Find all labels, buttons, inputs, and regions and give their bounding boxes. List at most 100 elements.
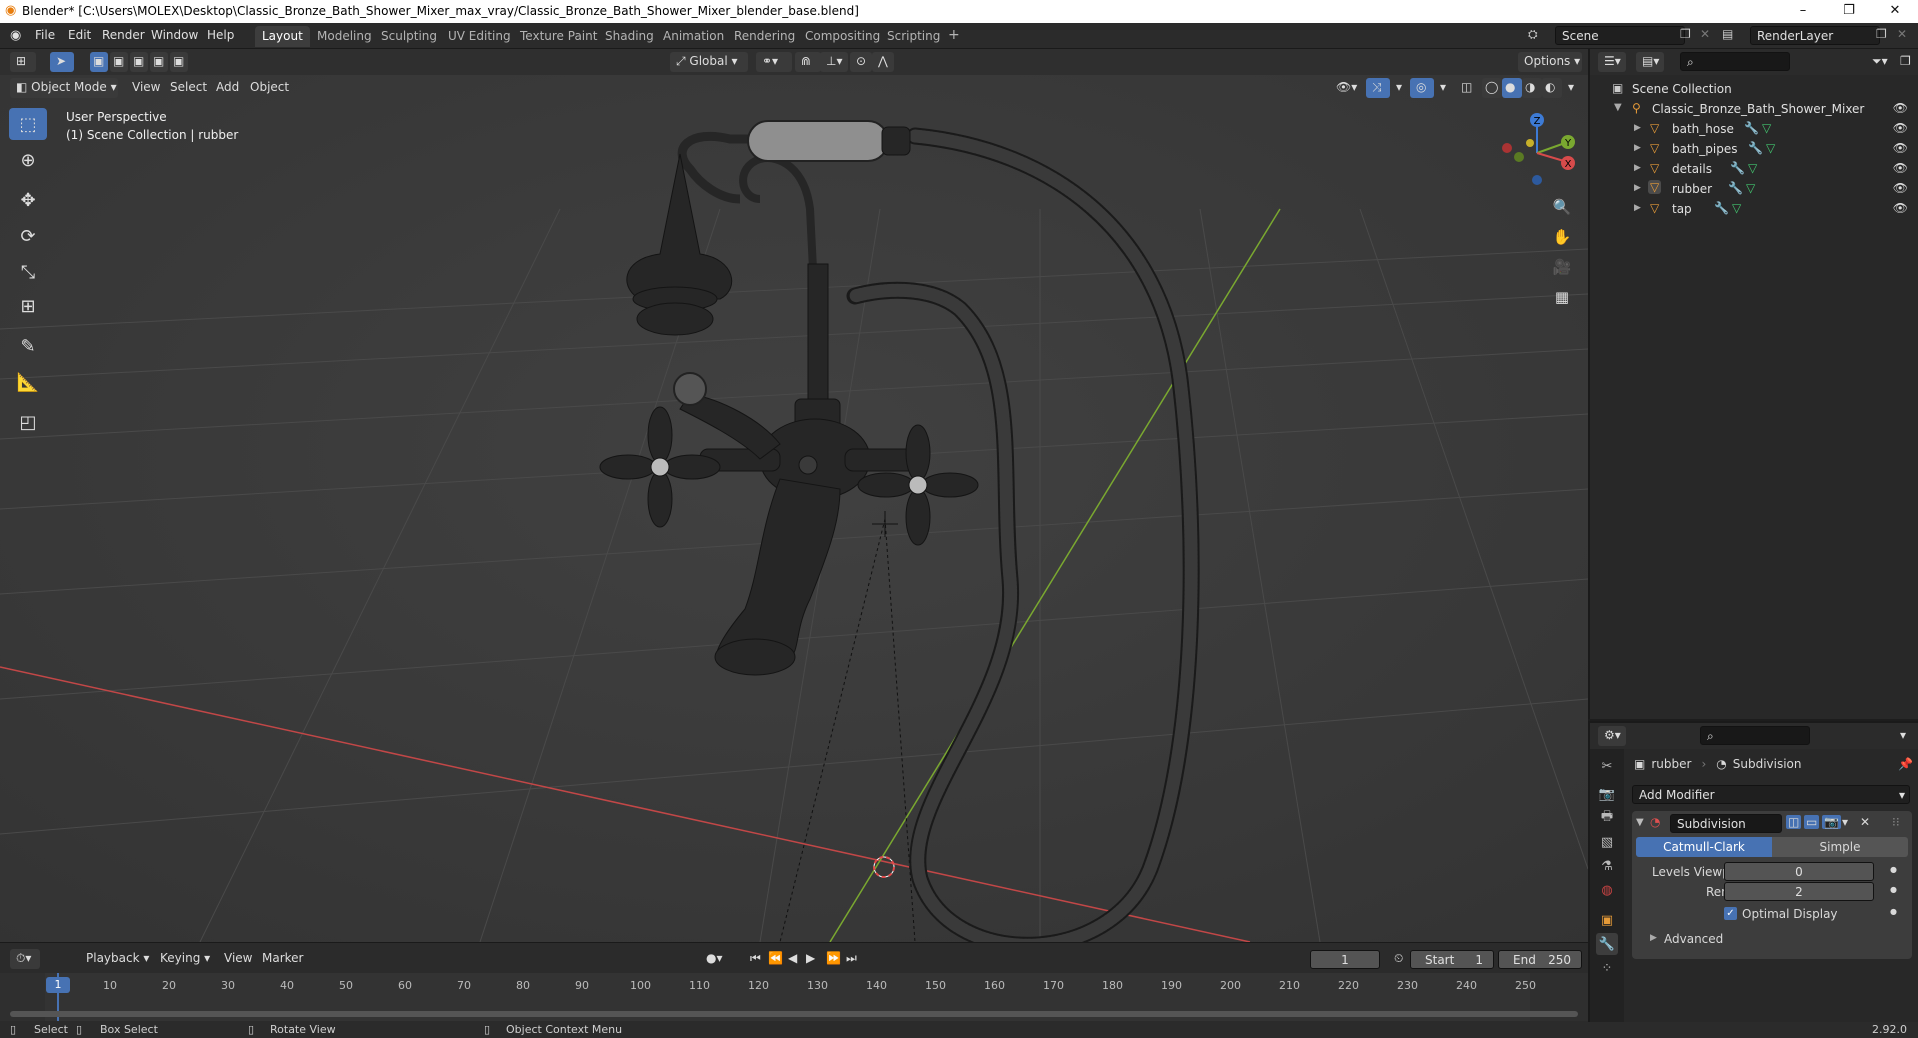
- shading-dropdown-icon[interactable]: ▾: [1562, 78, 1580, 98]
- ortho-toggle-icon[interactable]: ▦: [1549, 284, 1575, 310]
- modifier-wrench-icon[interactable]: 🔧: [1714, 201, 1729, 215]
- shading-solid-icon[interactable]: ●: [1502, 78, 1522, 98]
- properties-options-icon[interactable]: ▾: [1894, 726, 1912, 746]
- collapse-arrow-icon[interactable]: ▼: [1636, 817, 1644, 828]
- mesh-data-icon[interactable]: ▽: [1766, 141, 1775, 155]
- delete-scene-icon[interactable]: ✕: [1700, 27, 1710, 41]
- modifier-wrench-icon[interactable]: 🔧: [1728, 181, 1743, 195]
- outliner-item-tap[interactable]: ▶ ▽ tap 🔧 ▽ 👁: [1590, 199, 1918, 219]
- expand-arrow-icon[interactable]: ▶: [1634, 123, 1641, 133]
- add-workspace-button[interactable]: +: [941, 26, 967, 47]
- tab-compositing[interactable]: Compositing: [798, 26, 887, 47]
- expand-arrow-icon[interactable]: ▶: [1634, 163, 1641, 173]
- overlays-dropdown-icon[interactable]: ▾: [1434, 78, 1452, 98]
- end-frame-field[interactable]: End 250: [1498, 950, 1582, 969]
- proportional-edit-icon[interactable]: ⊙: [850, 52, 872, 72]
- modifier-dropdown-icon[interactable]: ▾: [1842, 815, 1848, 829]
- selection-mode-extend-icon[interactable]: ▣: [110, 52, 128, 72]
- gizmo-dropdown-icon[interactable]: ▾: [1390, 78, 1408, 98]
- tab-uv-editing[interactable]: UV Editing: [441, 26, 518, 47]
- expand-arrow-icon[interactable]: ▶: [1634, 183, 1641, 193]
- menu-file[interactable]: File: [35, 28, 55, 42]
- render-levels-field[interactable]: 2: [1724, 882, 1874, 901]
- particles-tab-icon[interactable]: ⁘: [1596, 957, 1618, 979]
- outliner-editor-type-icon[interactable]: ☰▾: [1598, 52, 1626, 72]
- tool-tab-icon[interactable]: ✂: [1596, 755, 1618, 777]
- menu-select[interactable]: Select: [164, 78, 213, 98]
- proportional-falloff-icon[interactable]: ⋀: [872, 52, 894, 72]
- scene-selector-icon[interactable]: ⛭: [1528, 27, 1538, 42]
- mesh-data-icon[interactable]: ▽: [1762, 121, 1771, 135]
- pan-view-icon[interactable]: ✋: [1549, 224, 1575, 250]
- catmull-clark-button[interactable]: Catmull-Clark: [1636, 837, 1772, 857]
- render-tab-icon[interactable]: 📷: [1596, 783, 1618, 805]
- timeline-editor-type-icon[interactable]: ⏱▾: [10, 949, 40, 969]
- shading-wireframe-icon[interactable]: ◯: [1482, 78, 1502, 98]
- navigation-gizmo[interactable]: Z Y X: [1490, 110, 1580, 190]
- transform-orientation-dropdown[interactable]: ⤢ Global ▾: [670, 52, 748, 72]
- display-mode-icon[interactable]: ▤▾: [1636, 52, 1664, 72]
- selection-mode-invert-icon[interactable]: ▣: [170, 52, 188, 72]
- visibility-eye-icon[interactable]: 👁: [1893, 181, 1908, 195]
- close-button[interactable]: ✕: [1872, 0, 1918, 23]
- menu-keying[interactable]: Keying ▾: [154, 949, 216, 969]
- menu-object[interactable]: Object: [244, 78, 295, 98]
- expand-arrow-icon[interactable]: ▼: [1614, 102, 1622, 113]
- add-modifier-dropdown[interactable]: Add Modifier ▾: [1632, 785, 1910, 804]
- xray-toggle-icon[interactable]: ◫: [1455, 78, 1478, 98]
- select-box-tool-icon[interactable]: ⬚: [9, 108, 47, 140]
- selection-mode-intersect-icon[interactable]: ▣: [150, 52, 168, 72]
- viewport-toggle-icon[interactable]: ▭: [1804, 815, 1820, 829]
- modifier-name-field[interactable]: Subdivision: [1670, 814, 1782, 833]
- outliner-scene-collection[interactable]: ▣ Scene Collection: [1590, 79, 1918, 99]
- handset-grip[interactable]: [747, 120, 889, 162]
- advanced-label[interactable]: Advanced: [1664, 932, 1723, 946]
- tab-layout[interactable]: Layout: [255, 26, 310, 47]
- axis-gizmo[interactable]: Z Y X: [1490, 110, 1580, 190]
- menu-window[interactable]: Window: [151, 28, 198, 42]
- object-mode-dropdown[interactable]: ◧ Object Mode ▾: [10, 78, 118, 98]
- pin-icon[interactable]: 📌: [1898, 757, 1913, 771]
- rotate-tool-icon[interactable]: ⟳: [9, 220, 47, 252]
- jump-end-icon[interactable]: ⏭: [840, 949, 863, 969]
- camera-view-icon[interactable]: 🎥: [1549, 254, 1575, 280]
- advanced-expand-icon[interactable]: ▶: [1650, 933, 1657, 943]
- transform-tool-icon[interactable]: ⊞: [9, 290, 47, 322]
- outliner-item-details[interactable]: ▶ ▽ details 🔧 ▽ 👁: [1590, 159, 1918, 179]
- view-layer-field[interactable]: RenderLayer: [1750, 26, 1880, 45]
- cursor-tool-icon[interactable]: ⊕: [9, 144, 47, 176]
- mesh-data-icon[interactable]: ▽: [1746, 181, 1755, 195]
- menu-render[interactable]: Render: [102, 28, 145, 42]
- current-frame-field[interactable]: 1: [1310, 950, 1380, 969]
- new-scene-icon[interactable]: ❐: [1680, 27, 1691, 41]
- visibility-eye-icon[interactable]: 👁: [1893, 141, 1908, 155]
- outliner-item-bath-pipes[interactable]: ▶ ▽ bath_pipes 🔧 ▽ 👁: [1590, 139, 1918, 159]
- new-collection-icon[interactable]: ❐: [1894, 52, 1917, 72]
- frame-ruler[interactable]: 1 10 20 30 40 50 60 70 80 90 100 110 120…: [0, 973, 1588, 1021]
- expand-arrow-icon[interactable]: ▶: [1634, 203, 1641, 213]
- selection-mode-subtract-icon[interactable]: ▣: [130, 52, 148, 72]
- options-dropdown[interactable]: Options ▾: [1518, 52, 1582, 72]
- view-layer-icon[interactable]: ▤: [1722, 27, 1733, 41]
- playhead-frame-label[interactable]: 1: [46, 977, 70, 993]
- modifier-tab-icon[interactable]: 🔧: [1596, 933, 1618, 955]
- scene-tab-icon[interactable]: ⚗: [1596, 855, 1618, 877]
- menu-playback[interactable]: Playback ▾: [80, 949, 155, 969]
- visibility-dropdown-icon[interactable]: 👁▾: [1330, 78, 1363, 98]
- modifier-wrench-icon[interactable]: 🔧: [1748, 141, 1763, 155]
- timeline-scrollbar[interactable]: [10, 1011, 1578, 1017]
- overlays-toggle-icon[interactable]: ◎: [1410, 78, 1434, 98]
- tab-modeling[interactable]: Modeling: [310, 26, 379, 47]
- outliner-collection-row[interactable]: ▼ ⚲ Classic_Bronze_Bath_Shower_Mixer 👁: [1590, 99, 1918, 119]
- editor-type-icon[interactable]: ⊞: [10, 52, 36, 72]
- start-frame-field[interactable]: Start 1: [1410, 950, 1494, 969]
- properties-editor-type-icon[interactable]: ⚙▾: [1598, 726, 1626, 746]
- filter-icon[interactable]: ⏷▾: [1866, 52, 1894, 72]
- tab-rendering[interactable]: Rendering: [727, 26, 802, 47]
- remove-modifier-icon[interactable]: ✕: [1860, 815, 1870, 829]
- move-tool-icon[interactable]: ✥: [9, 184, 47, 216]
- modifier-wrench-icon[interactable]: 🔧: [1744, 121, 1759, 135]
- delete-view-layer-icon[interactable]: ✕: [1897, 27, 1907, 41]
- shading-material-icon[interactable]: ◑: [1522, 78, 1542, 98]
- snap-toggle-icon[interactable]: ⋒: [795, 52, 821, 72]
